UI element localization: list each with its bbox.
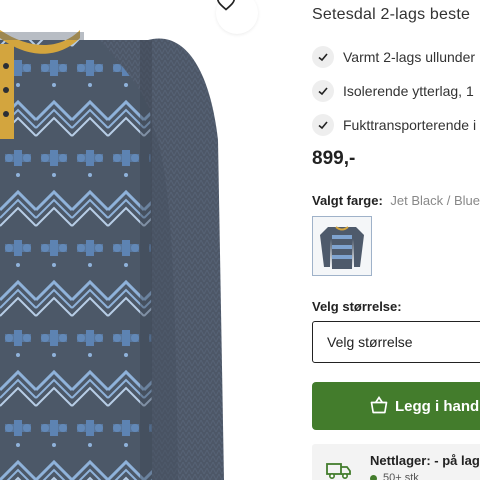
swatch-thumbnail: [320, 226, 364, 269]
stock-detail-row: 50+ stk: [370, 472, 419, 480]
feature-list: Varmt 2-lags ullunder Isolerende ytterla…: [312, 40, 476, 142]
selected-color: Valgt farge: Jet Black / Blue: [312, 193, 480, 208]
feature-text: Isolerende ytterlag, 1: [343, 83, 474, 99]
add-to-cart-label: Legg i handle: [395, 397, 480, 415]
heart-icon: [216, 0, 236, 11]
stock-detail: 50+ stk: [383, 472, 419, 480]
color-label: Valgt farge:: [312, 193, 383, 208]
feature-item: Varmt 2-lags ullunder: [312, 40, 476, 74]
product-title: Setesdal 2-lags beste: [312, 6, 471, 23]
size-select-value: Velg størrelse: [327, 334, 413, 350]
stock-status: Nettlager: - på lag 50+ stk: [312, 444, 480, 480]
feature-text: Fukttransporterende i: [343, 117, 477, 133]
add-to-cart-button[interactable]: Legg i handle: [312, 382, 480, 430]
size-select[interactable]: Velg størrelse: [312, 321, 480, 363]
product-image: [0, 0, 290, 480]
size-label: Velg størrelse:: [312, 299, 402, 314]
feature-text: Varmt 2-lags ullunder: [343, 49, 476, 65]
check-icon: [312, 80, 334, 102]
feature-item: Fukttransporterende i: [312, 108, 476, 142]
shopping-bag-icon: [370, 395, 388, 414]
stock-indicator: [370, 474, 377, 480]
product-details: Setesdal 2-lags beste Varmt 2-lags ullun…: [312, 0, 480, 480]
check-icon: [312, 114, 334, 136]
feature-item: Isolerende ytterlag, 1: [312, 74, 476, 108]
product-price: 899,-: [312, 148, 356, 169]
color-value: Jet Black / Blue: [390, 193, 480, 208]
stock-title: Nettlager: - på lag: [370, 453, 480, 468]
color-swatch[interactable]: [312, 216, 372, 276]
garment-illustration: [0, 30, 224, 480]
truck-icon: [326, 463, 351, 480]
check-icon: [312, 46, 334, 68]
